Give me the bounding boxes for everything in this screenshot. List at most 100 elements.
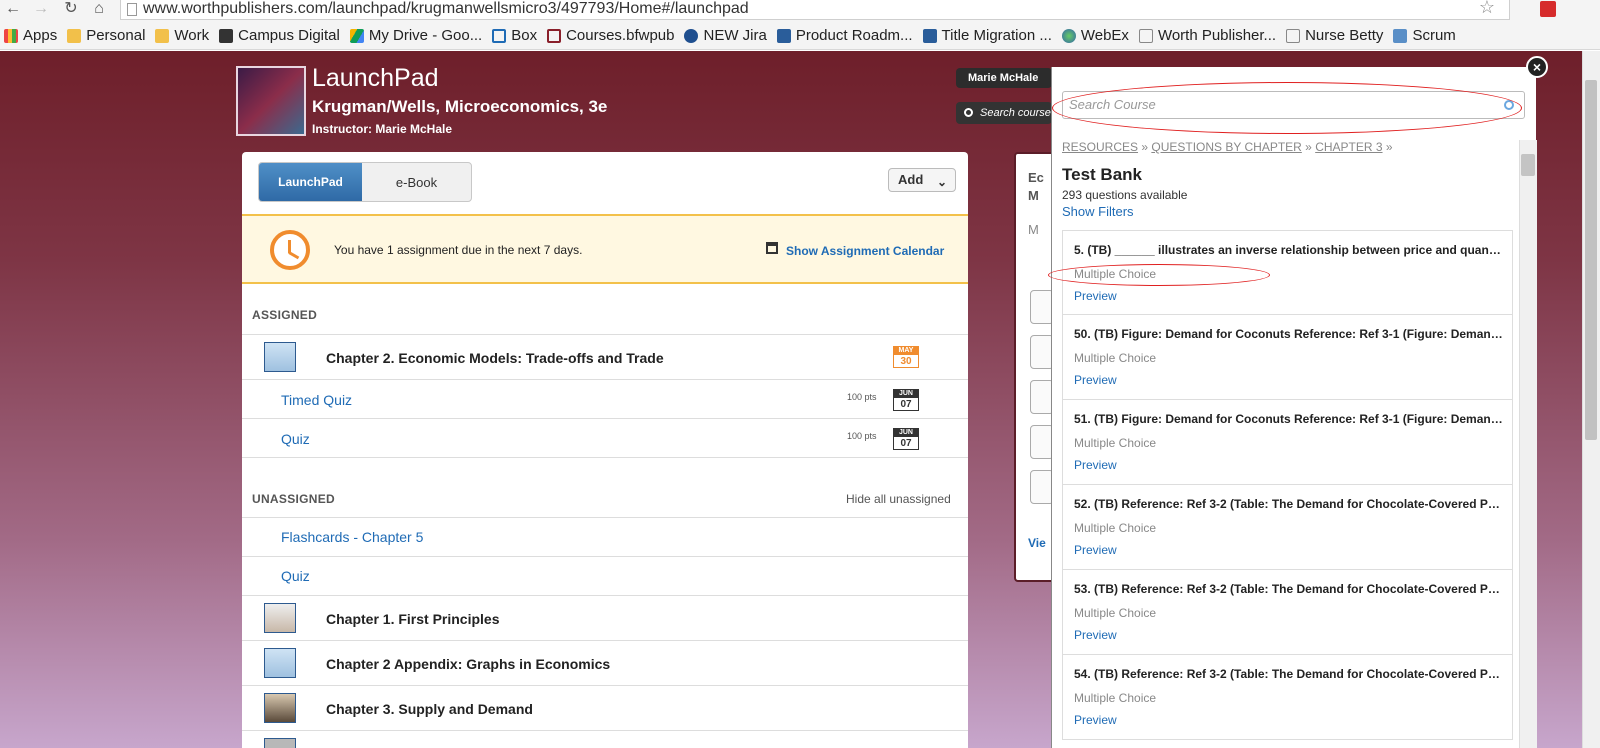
due-date-badge: JUN 07 <box>893 389 919 411</box>
question-item[interactable]: 50. (TB) Figure: Demand for Coconuts Ref… <box>1062 315 1513 400</box>
page-icon <box>1286 28 1301 43</box>
list-item[interactable]: Chapter 3. Supply and Demand <box>242 685 968 730</box>
show-filters-link[interactable]: Show Filters <box>1062 204 1134 219</box>
chapter-thumbnail <box>264 603 296 633</box>
list-item[interactable]: Timed Quiz 100 pts JUN 07 <box>242 379 968 418</box>
resource-link[interactable]: Quiz <box>281 568 310 584</box>
bookmarks-bar: Apps Personal Work Campus Digital My Dri… <box>0 22 1600 50</box>
course-cover-image <box>236 66 306 136</box>
chapter-thumbnail <box>264 693 296 723</box>
due-message: You have 1 assignment due in the next 7 … <box>334 243 583 257</box>
bookmark-label: My Drive - Goo... <box>368 27 483 44</box>
hide-unassigned-link[interactable]: Hide all unassigned <box>846 492 951 506</box>
bookmark-label: Campus Digital <box>238 27 340 44</box>
forward-arrow-icon[interactable]: → <box>32 0 50 18</box>
list-item[interactable]: Quiz <box>242 556 968 595</box>
assignment-link[interactable]: Quiz <box>281 431 310 447</box>
preview-link[interactable]: Preview <box>1074 628 1117 642</box>
bookmark-scrum[interactable]: Scrum <box>1393 27 1456 44</box>
extension-icon[interactable] <box>1540 1 1556 17</box>
chapter-thumbnail <box>264 648 296 678</box>
preview-link[interactable]: Preview <box>1074 373 1117 387</box>
page-icon <box>1138 28 1153 43</box>
url-text: www.worthpublishers.com/launchpad/krugma… <box>143 0 749 17</box>
question-title[interactable]: 50. (TB) Figure: Demand for Coconuts Ref… <box>1074 327 1504 341</box>
list-item[interactable]: Quiz 100 pts JUN 07 <box>242 418 968 457</box>
breadcrumb-questions-by-chapter[interactable]: QUESTIONS BY CHAPTER <box>1151 140 1301 154</box>
tab-launchpad[interactable]: LaunchPad <box>259 163 362 201</box>
question-title[interactable]: 54. (TB) Reference: Ref 3-2 (Table: The … <box>1074 667 1504 681</box>
preview-link[interactable]: Preview <box>1074 289 1117 303</box>
list-item[interactable]: Chapter 2 Appendix: Graphs in Economics <box>242 640 968 685</box>
question-count: 293 questions available <box>1062 188 1188 202</box>
unassigned-heading: UNASSIGNED <box>252 492 336 506</box>
list-item[interactable]: Chapter 1. First Principles <box>242 595 968 640</box>
close-icon[interactable]: × <box>1526 56 1548 78</box>
side-card-title: Ec <box>1028 170 1044 185</box>
address-bar[interactable]: www.worthpublishers.com/launchpad/krugma… <box>120 0 1510 20</box>
preview-link[interactable]: Preview <box>1074 458 1117 472</box>
resource-link[interactable]: Flashcards - Chapter 5 <box>281 529 423 545</box>
question-type: Multiple Choice <box>1074 351 1157 365</box>
assignment-calendar-link[interactable]: Show Assignment Calendar <box>786 244 944 258</box>
question-item[interactable]: 52. (TB) Reference: Ref 3-2 (Table: The … <box>1062 485 1513 570</box>
preview-link[interactable]: Preview <box>1074 543 1117 557</box>
due-month: JUN <box>894 429 918 437</box>
chevron-down-icon: ⌄ <box>936 175 947 189</box>
back-arrow-icon[interactable]: ← <box>4 0 22 18</box>
bookmark-title-migration[interactable]: Title Migration ... <box>922 27 1052 44</box>
view-tabs: LaunchPad e-Book <box>258 162 472 202</box>
bookmark-jira[interactable]: NEW Jira <box>684 27 767 44</box>
chapter-thumbnail <box>264 342 296 372</box>
due-month: MAY <box>894 347 918 355</box>
question-title[interactable]: 5. (TB) ______ illustrates an inverse re… <box>1074 243 1504 257</box>
list-item[interactable]: Chapter 2. Economic Models: Trade-offs a… <box>242 334 968 379</box>
question-item[interactable]: 51. (TB) Figure: Demand for Coconuts Ref… <box>1062 400 1513 485</box>
bookmark-worth[interactable]: Worth Publisher... <box>1138 27 1276 44</box>
bookmark-personal[interactable]: Personal <box>67 27 145 44</box>
add-button[interactable]: Add ⌄ <box>888 168 956 192</box>
breadcrumb-chapter[interactable]: CHAPTER 3 <box>1315 140 1382 154</box>
side-card-link[interactable]: Vie <box>1028 536 1046 550</box>
bookmark-my-drive[interactable]: My Drive - Goo... <box>349 27 483 44</box>
due-date-badge: MAY 30 <box>893 346 919 368</box>
question-title[interactable]: 53. (TB) Reference: Ref 3-2 (Table: The … <box>1074 582 1504 596</box>
points-label: 100 pts <box>847 431 877 441</box>
bookmark-nurse-betty[interactable]: Nurse Betty <box>1286 27 1383 44</box>
reload-icon[interactable]: ↻ <box>62 0 80 18</box>
question-item[interactable]: 53. (TB) Reference: Ref 3-2 (Table: The … <box>1062 570 1513 655</box>
bookmark-campus-digital[interactable]: Campus Digital <box>219 27 340 44</box>
panel-scrollbar[interactable] <box>1519 140 1537 748</box>
bookmark-apps[interactable]: Apps <box>4 27 57 44</box>
star-icon[interactable]: ☆ <box>1479 0 1495 16</box>
preview-link[interactable]: Preview <box>1074 713 1117 727</box>
bookmark-box[interactable]: Box <box>492 27 537 44</box>
list-item[interactable] <box>242 730 968 748</box>
bookmark-work[interactable]: Work <box>155 27 209 44</box>
info-icon <box>219 28 234 43</box>
apps-grid-icon <box>4 28 18 43</box>
home-icon[interactable]: ⌂ <box>90 0 108 18</box>
panel-scroll-thumb[interactable] <box>1521 154 1535 176</box>
bookmark-courses[interactable]: Courses.bfwpub <box>547 27 674 44</box>
bookmark-product-roadmap[interactable]: Product Roadm... <box>776 27 913 44</box>
page-scroll-thumb[interactable] <box>1585 80 1597 440</box>
bookmark-label: NEW Jira <box>703 27 767 44</box>
breadcrumb-resources[interactable]: RESOURCES <box>1062 140 1138 154</box>
tab-ebook[interactable]: e-Book <box>362 163 471 201</box>
user-menu[interactable]: Marie McHale <box>956 68 1052 88</box>
chapter-title: Chapter 1. First Principles <box>326 611 500 627</box>
list-item[interactable]: Flashcards - Chapter 5 <box>242 517 968 556</box>
question-item[interactable]: 54. (TB) Reference: Ref 3-2 (Table: The … <box>1062 655 1513 740</box>
search-course-label: Search course <box>980 107 1051 119</box>
assignment-link[interactable]: Timed Quiz <box>281 392 352 408</box>
assigned-heading: ASSIGNED <box>252 308 318 322</box>
bookmark-label: Courses.bfwpub <box>566 27 675 44</box>
bookmark-webex[interactable]: WebEx <box>1061 27 1129 44</box>
calendar-icon <box>766 242 778 254</box>
search-course-button[interactable]: Search course <box>956 102 1052 124</box>
annotation-ellipse <box>1048 264 1270 286</box>
question-title[interactable]: 52. (TB) Reference: Ref 3-2 (Table: The … <box>1074 497 1504 511</box>
question-title[interactable]: 51. (TB) Figure: Demand for Coconuts Ref… <box>1074 412 1504 426</box>
annotation-ellipse <box>1052 82 1522 134</box>
